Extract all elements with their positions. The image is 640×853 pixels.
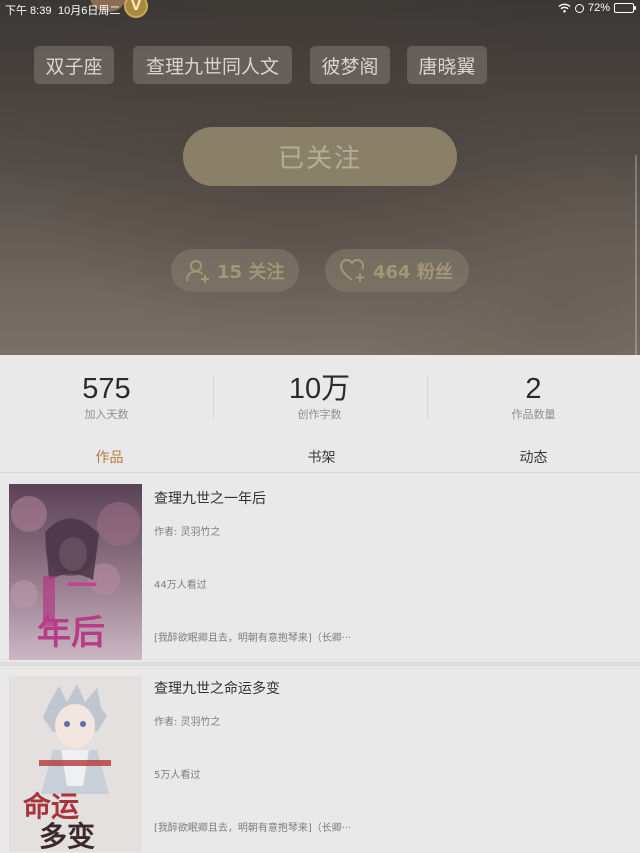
svg-text:一: 一 xyxy=(67,569,97,604)
tag-item[interactable]: 唐晓翼 xyxy=(407,46,487,84)
tag-label: 唐晓翼 xyxy=(418,55,476,78)
tag-label: 查理九世同人文 xyxy=(145,55,279,78)
book-author: 作者: 灵羽竹之 xyxy=(154,717,221,728)
stat-value: 2 xyxy=(525,373,542,405)
following-button[interactable]: 15 关注 xyxy=(171,249,299,292)
profile-header: V 下午 8:39 10月6日周二 72% 双子座 查理九世同人文 彼梦阁 唐晓… xyxy=(0,0,640,355)
status-bar: 下午 8:39 10月6日周二 72% xyxy=(0,0,640,18)
book-title[interactable]: 查理九世之一年后 xyxy=(154,488,266,508)
status-date: 10月6日周二 xyxy=(58,5,121,17)
tab-bookshelf[interactable]: 书架 xyxy=(215,447,428,467)
svg-text:年后: 年后 xyxy=(37,613,105,653)
wifi-icon xyxy=(558,3,571,13)
book-cover[interactable]: 一 年后 xyxy=(9,484,142,660)
book-author: 作者: 灵羽竹之 xyxy=(154,527,221,538)
svg-text:多变: 多变 xyxy=(39,820,95,852)
tag-label: 彼梦阁 xyxy=(321,55,379,78)
person-plus-icon xyxy=(186,259,209,283)
status-time: 下午 8:39 xyxy=(5,5,52,17)
stats-bar: 575 加入天数 10万 创作字数 2 作品数量 xyxy=(0,355,640,437)
stat-label: 作品数量 xyxy=(511,408,556,421)
fans-button[interactable]: 464 粉丝 xyxy=(325,249,469,292)
book-cover[interactable]: 命运 多变 xyxy=(9,676,142,852)
book-item[interactable]: 命运 多变 查理九世之命运多变 作者: 灵羽竹之 5万人看过 [我醉欲眠卿且去，… xyxy=(0,666,640,852)
stat-value: 575 xyxy=(82,373,131,405)
stat-join-days: 575 加入天数 xyxy=(0,373,213,422)
stat-label: 加入天数 xyxy=(84,408,129,421)
fans-count: 464 粉丝 xyxy=(373,261,453,283)
status-indicators: 72% xyxy=(558,2,636,14)
battery-icon xyxy=(614,3,636,13)
tag-item[interactable]: 彼梦阁 xyxy=(310,46,390,84)
book-cover-art: 命运 多变 xyxy=(9,676,142,852)
stat-value: 10万 xyxy=(288,373,351,405)
book-cover-art: 一 年后 xyxy=(9,484,142,660)
stat-works-count: 2 作品数量 xyxy=(427,373,640,422)
svg-text:命运: 命运 xyxy=(23,790,79,823)
book-description: [我醉欲眠卿且去，明朝有意抱琴来]（长卿··· xyxy=(154,633,352,644)
heart-plus-icon xyxy=(339,258,365,282)
alarm-icon xyxy=(574,3,584,13)
following-count: 15 关注 xyxy=(217,261,285,283)
tab-works[interactable]: 作品 xyxy=(3,447,216,467)
stat-label: 创作字数 xyxy=(297,408,342,421)
book-description: [我醉欲眠卿且去，明朝有意抱琴来]（长卿··· xyxy=(154,823,352,834)
follow-button[interactable]: 已关注 xyxy=(183,127,457,186)
scrollbar[interactable] xyxy=(635,155,637,355)
tab-activity[interactable]: 动态 xyxy=(427,447,640,467)
follow-button-label: 已关注 xyxy=(277,144,362,174)
book-views: 5万人看过 xyxy=(154,770,201,781)
book-views: 44万人看过 xyxy=(154,580,207,591)
content-tabs: 作品 书架 动态 xyxy=(0,437,640,473)
tag-item[interactable]: 查理九世同人文 xyxy=(133,46,292,84)
stat-word-count: 10万 创作字数 xyxy=(213,373,426,422)
battery-percent: 72% xyxy=(587,2,610,14)
book-item[interactable]: 一 年后 查理九世之一年后 作者: 灵羽竹之 44万人看过 [我醉欲眠卿且去，明… xyxy=(0,474,640,660)
tag-label: 双子座 xyxy=(45,55,103,78)
book-title[interactable]: 查理九世之命运多变 xyxy=(154,678,280,698)
tag-item[interactable]: 双子座 xyxy=(34,46,114,84)
